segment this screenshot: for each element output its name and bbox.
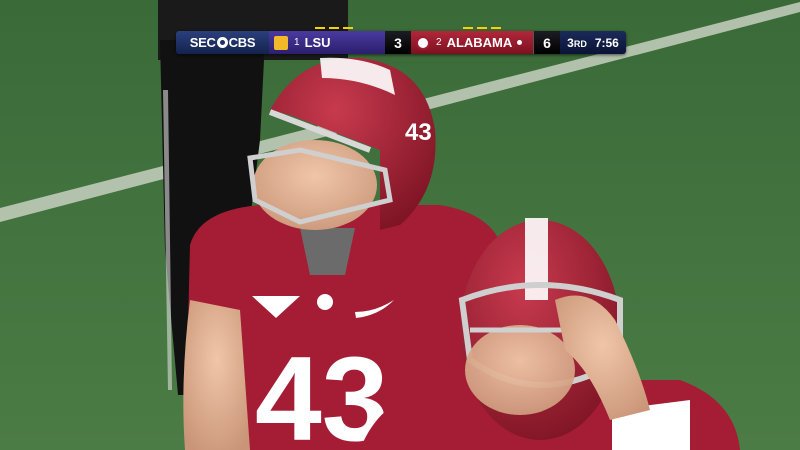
football-scene: 43 43: [0, 0, 800, 450]
away-rank: 1: [294, 37, 300, 48]
network-logo: SEC CBS: [176, 31, 269, 54]
home-team-name: ALABAMA: [446, 35, 513, 50]
cbs-eye-icon: [216, 37, 228, 48]
home-score: 6: [533, 31, 560, 54]
network-label: SEC: [189, 35, 216, 50]
lsu-logo-icon: [274, 35, 288, 50]
clock-time: 7:56: [594, 35, 619, 50]
game-clock: 3RD 7:56: [560, 31, 626, 54]
quarter: 3RD: [567, 35, 587, 50]
away-team-name: LSU: [304, 35, 331, 50]
home-team: 2 ALABAMA: [411, 27, 533, 54]
network-suffix: CBS: [228, 35, 256, 50]
away-score: 3: [385, 31, 411, 54]
home-timeouts: [463, 27, 501, 29]
home-rank: 2: [436, 37, 442, 48]
away-team: 1 LSU: [269, 27, 385, 54]
helmet-number: 43: [405, 119, 432, 146]
away-timeouts: [315, 27, 353, 29]
possession-indicator-icon: [517, 40, 523, 45]
scorebug: SEC CBS 1 LSU 3 2 ALABAMA 6 3RD 7:56: [176, 27, 626, 54]
alabama-logo-icon: [416, 35, 430, 50]
broadcast-frame: 43 43 SEC CBS 1 LSU 3 2 ALABAMA 6 3RD 7:…: [0, 0, 800, 450]
